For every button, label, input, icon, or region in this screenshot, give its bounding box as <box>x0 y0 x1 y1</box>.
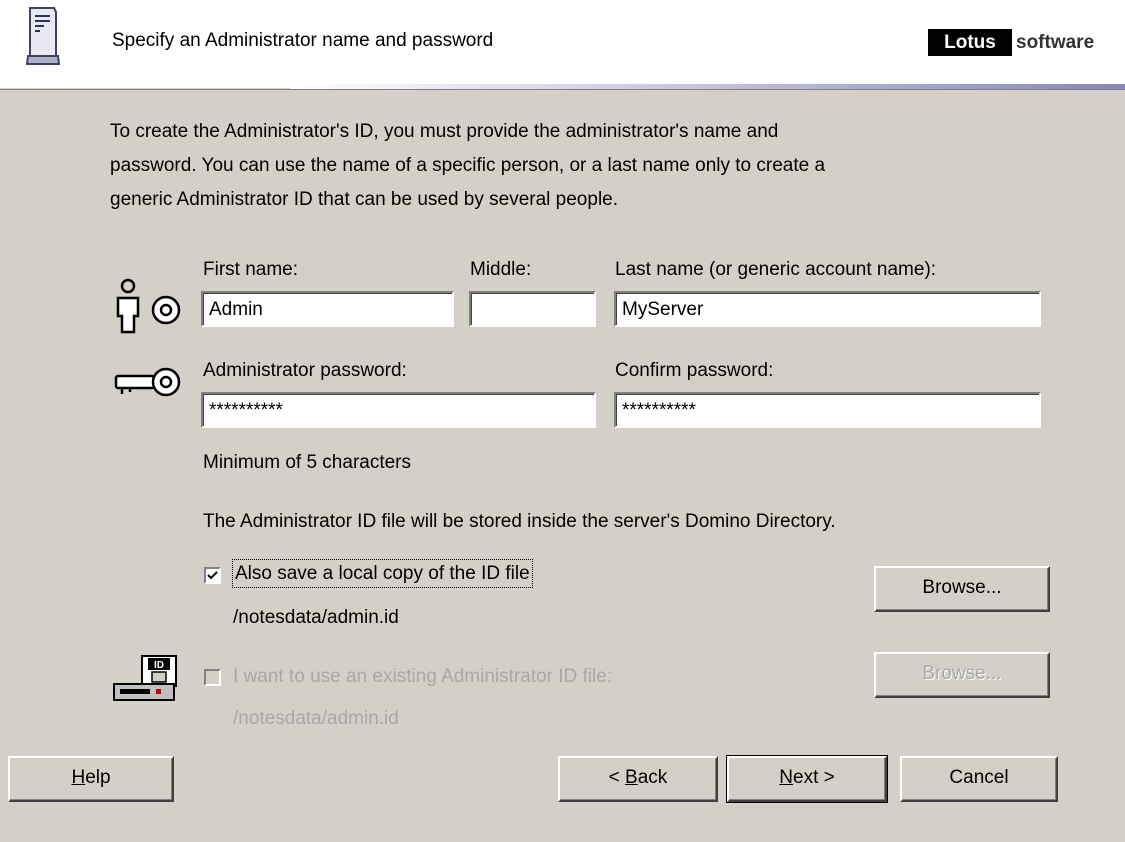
page-title: Specify an Administrator name and passwo… <box>112 30 494 51</box>
checkmark-icon <box>207 571 218 580</box>
back-mnemonic: B <box>625 767 638 788</box>
save-local-path: /notesdata/admin.id <box>233 607 399 628</box>
middle-name-label: Middle: <box>470 259 532 280</box>
save-local-checkbox[interactable] <box>204 567 221 584</box>
last-name-label: Last name (or generic account name): <box>615 259 937 280</box>
password-input[interactable]: ********** <box>201 392 596 428</box>
next-label-rest: ext > <box>793 767 835 788</box>
browse-existing-button[interactable]: Browse... <box>874 652 1050 698</box>
existing-id-label: I want to use an existing Administrator … <box>233 666 613 687</box>
id-disk-icon: ID <box>113 655 177 701</box>
browse-button[interactable]: Browse... <box>874 566 1050 612</box>
last-name-input[interactable]: MyServer <box>614 291 1041 327</box>
back-button[interactable]: < Back <box>558 756 718 802</box>
cancel-button[interactable]: Cancel <box>900 756 1058 802</box>
password-hint: Minimum of 5 characters <box>203 452 412 473</box>
lotus-logo-box: Lotus <box>928 29 1012 56</box>
middle-name-input[interactable] <box>469 291 596 327</box>
next-mnemonic: N <box>779 767 793 788</box>
person-key-icon <box>116 278 181 334</box>
server-icon <box>26 7 60 65</box>
svg-text:ID: ID <box>154 660 164 671</box>
help-mnemonic: H <box>71 767 86 788</box>
intro-line-2: password. You can use the name of a spec… <box>110 155 826 176</box>
password-label: Administrator password: <box>203 360 407 381</box>
lotus-logo-text: software <box>1016 32 1095 53</box>
help-label-rest: elp <box>85 767 111 788</box>
back-label-rest: ack <box>637 767 668 788</box>
id-file-info: The Administrator ID file will be stored… <box>203 511 836 532</box>
next-button[interactable]: Next > <box>726 755 888 803</box>
confirm-password-input[interactable]: ********** <box>614 392 1041 428</box>
intro-line-3: generic Administrator ID that can be use… <box>110 189 619 210</box>
help-button[interactable]: Help <box>8 756 174 802</box>
first-name-label: First name: <box>203 259 299 280</box>
intro-line-1: To create the Administrator's ID, you mu… <box>110 121 779 142</box>
existing-id-path: /notesdata/admin.id <box>233 708 399 729</box>
existing-id-checkbox[interactable] <box>204 669 221 686</box>
back-prefix: < <box>608 767 626 788</box>
save-local-label[interactable]: Also save a local copy of the ID file <box>232 559 533 588</box>
first-name-input[interactable]: Admin <box>201 291 454 327</box>
key-icon <box>114 367 181 397</box>
confirm-password-label: Confirm password: <box>615 360 774 381</box>
header-divider <box>0 89 1125 90</box>
